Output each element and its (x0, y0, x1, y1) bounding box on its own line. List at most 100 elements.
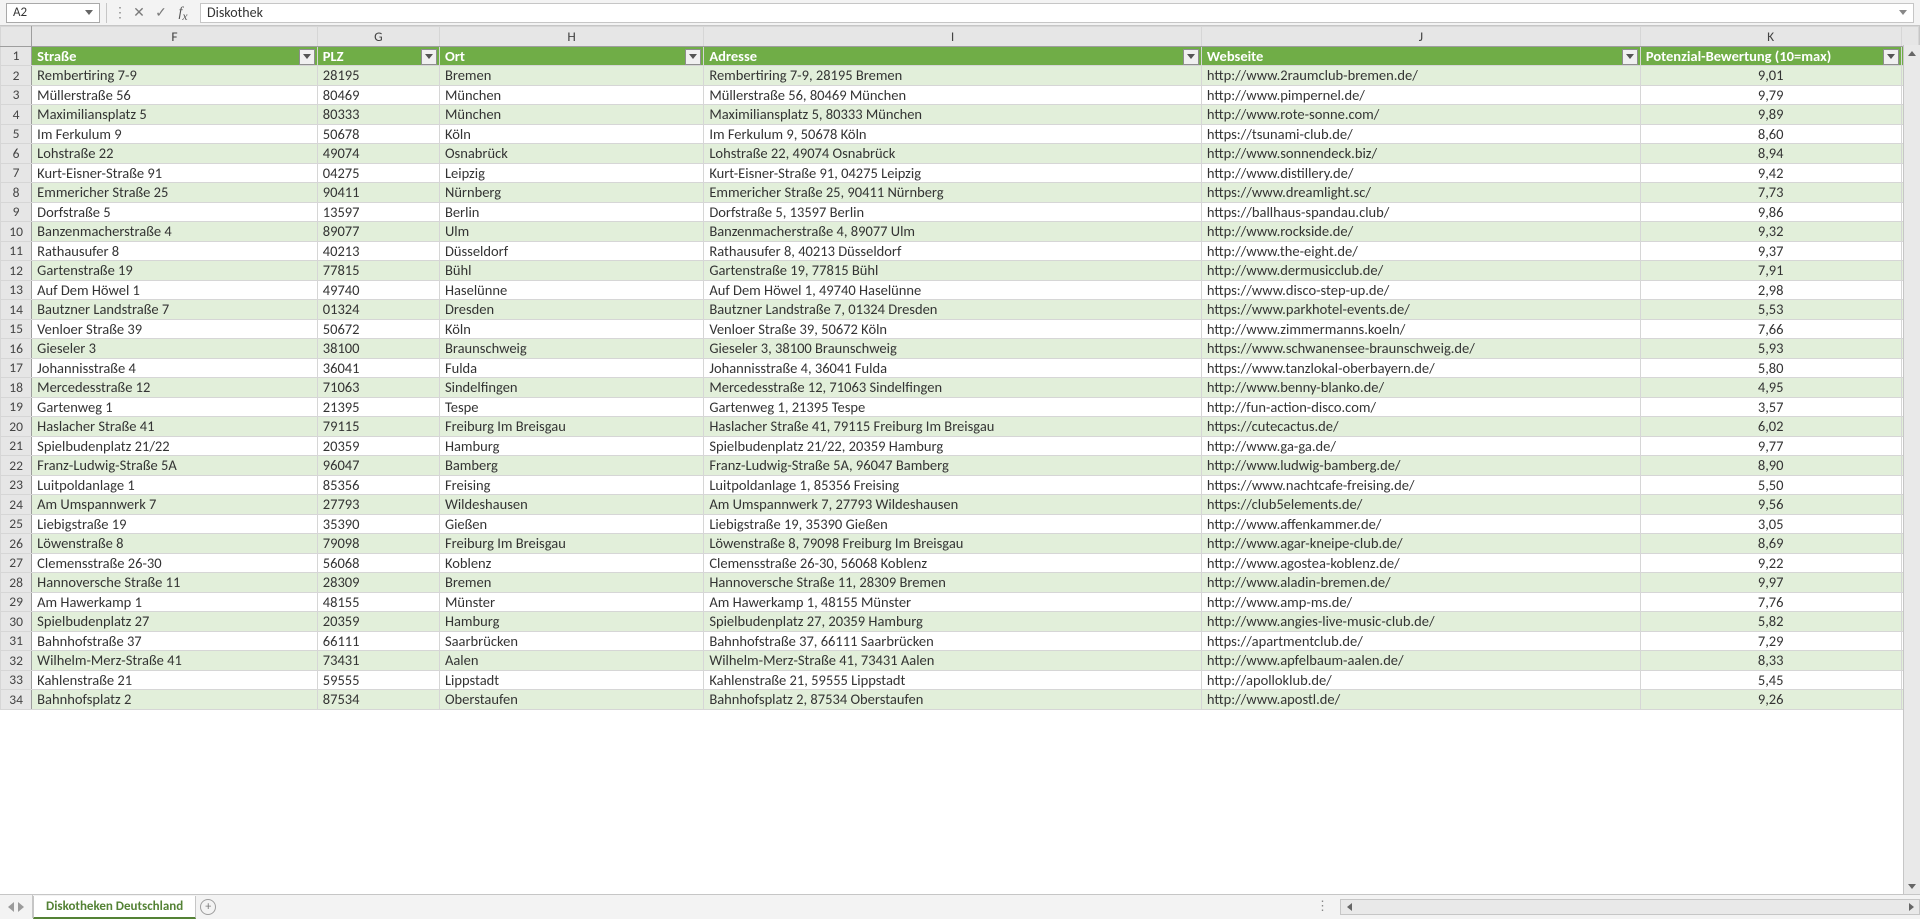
cell-ort[interactable]: Koblenz (439, 553, 703, 573)
row-header-9[interactable]: 9 (1, 202, 32, 222)
row-header-23[interactable]: 23 (1, 475, 32, 495)
cell-potenzial[interactable]: 5,53 (1640, 300, 1901, 320)
cell-webseite[interactable]: http://www.agar-kneipe-club.de/ (1201, 534, 1640, 554)
scroll-right-icon[interactable] (1903, 900, 1919, 914)
cell-adresse[interactable]: Rathausufer 8, 40213 Düsseldorf (704, 241, 1202, 261)
cell-webseite[interactable]: http://www.pimpernel.de/ (1201, 85, 1640, 105)
row-header-6[interactable]: 6 (1, 144, 32, 164)
cell-plz[interactable]: 01324 (317, 300, 439, 320)
table-header-G[interactable]: PLZ (317, 46, 439, 66)
row-header-25[interactable]: 25 (1, 514, 32, 534)
cell-strasse[interactable]: Luitpoldanlage 1 (32, 475, 318, 495)
cell-plz[interactable]: 50678 (317, 124, 439, 144)
vertical-scroll-track[interactable] (1904, 61, 1920, 878)
cell-adresse[interactable]: Spielbudenplatz 27, 20359 Hamburg (704, 612, 1202, 632)
cell-strasse[interactable]: Gieseler 3 (32, 339, 318, 359)
cell-strasse[interactable]: Johannisstraße 4 (32, 358, 318, 378)
cell-plz[interactable]: 36041 (317, 358, 439, 378)
cell-potenzial[interactable]: 7,91 (1640, 261, 1901, 281)
table-header-K[interactable]: Potenzial-Bewertung (10=max) (1640, 46, 1901, 66)
cell-ort[interactable]: Sindelfingen (439, 378, 703, 398)
cell-potenzial[interactable]: 9,77 (1640, 436, 1901, 456)
cell-ort[interactable]: Bamberg (439, 456, 703, 476)
cell-strasse[interactable]: Im Ferkulum 9 (32, 124, 318, 144)
cell-potenzial[interactable]: 9,56 (1640, 495, 1901, 515)
cell-strasse[interactable]: Wilhelm-Merz-Straße 41 (32, 651, 318, 671)
row-header-3[interactable]: 3 (1, 85, 32, 105)
row-header-17[interactable]: 17 (1, 358, 32, 378)
cell-strasse[interactable]: Gartenweg 1 (32, 397, 318, 417)
cell-webseite[interactable]: http://www.aladin-bremen.de/ (1201, 573, 1640, 593)
cell-potenzial[interactable]: 7,29 (1640, 631, 1901, 651)
cell-plz[interactable]: 49740 (317, 280, 439, 300)
cell-adresse[interactable]: Liebigstraße 19, 35390 Gießen (704, 514, 1202, 534)
column-header-H[interactable]: H (439, 27, 703, 47)
cell-adresse[interactable]: Dorfstraße 5, 13597 Berlin (704, 202, 1202, 222)
cell-webseite[interactable]: https://club5elements.de/ (1201, 495, 1640, 515)
filter-dropdown-icon[interactable] (299, 49, 315, 65)
table-header-F[interactable]: Straße (32, 46, 318, 66)
filter-dropdown-icon[interactable] (1883, 49, 1899, 65)
cell-webseite[interactable]: http://www.angies-live-music-club.de/ (1201, 612, 1640, 632)
name-box[interactable]: A2 (6, 3, 100, 23)
cell-adresse[interactable]: Bautzner Landstraße 7, 01324 Dresden (704, 300, 1202, 320)
cell-potenzial[interactable]: 9,86 (1640, 202, 1901, 222)
cell-plz[interactable]: 66111 (317, 631, 439, 651)
cell-adresse[interactable]: Luitpoldanlage 1, 85356 Freising (704, 475, 1202, 495)
cell-adresse[interactable]: Am Hawerkamp 1, 48155 Münster (704, 592, 1202, 612)
table-header-J[interactable]: Webseite (1201, 46, 1640, 66)
cell-webseite[interactable]: http://www.apostl.de/ (1201, 690, 1640, 710)
cell-potenzial[interactable]: 8,60 (1640, 124, 1901, 144)
cell-plz[interactable]: 20359 (317, 436, 439, 456)
cell-potenzial[interactable]: 9,42 (1640, 163, 1901, 183)
row-header-26[interactable]: 26 (1, 534, 32, 554)
cell-strasse[interactable]: Franz-Ludwig-Straße 5A (32, 456, 318, 476)
cell-plz[interactable]: 38100 (317, 339, 439, 359)
row-header-20[interactable]: 20 (1, 417, 32, 437)
cell-plz[interactable]: 59555 (317, 670, 439, 690)
cell-plz[interactable]: 28309 (317, 573, 439, 593)
formula-input[interactable]: Diskothek (200, 3, 1914, 23)
column-header-J[interactable]: J (1201, 27, 1640, 47)
cell-strasse[interactable]: Dorfstraße 5 (32, 202, 318, 222)
cell-potenzial[interactable]: 9,97 (1640, 573, 1901, 593)
cell-plz[interactable]: 73431 (317, 651, 439, 671)
cell-potenzial[interactable]: 4,95 (1640, 378, 1901, 398)
cell-strasse[interactable]: Venloer Straße 39 (32, 319, 318, 339)
table-header-H[interactable]: Ort (439, 46, 703, 66)
cell-ort[interactable]: Oberstaufen (439, 690, 703, 710)
cell-ort[interactable]: Hamburg (439, 436, 703, 456)
cell-strasse[interactable]: Kurt-Eisner-Straße 91 (32, 163, 318, 183)
row-header-24[interactable]: 24 (1, 495, 32, 515)
cell-plz[interactable]: 56068 (317, 553, 439, 573)
cell-ort[interactable]: Leipzig (439, 163, 703, 183)
row-header-19[interactable]: 19 (1, 397, 32, 417)
row-header-16[interactable]: 16 (1, 339, 32, 359)
cell-strasse[interactable]: Clemensstraße 26-30 (32, 553, 318, 573)
cell-adresse[interactable]: Maximiliansplatz 5, 80333 München (704, 105, 1202, 125)
cell-adresse[interactable]: Bahnhofsplatz 2, 87534 Oberstaufen (704, 690, 1202, 710)
cell-ort[interactable]: Nürnberg (439, 183, 703, 203)
cell-ort[interactable]: Ulm (439, 222, 703, 242)
cell-plz[interactable]: 27793 (317, 495, 439, 515)
cell-webseite[interactable]: http://www.2raumclub-bremen.de/ (1201, 66, 1640, 86)
cell-webseite[interactable]: https://www.nachtcafe-freising.de/ (1201, 475, 1640, 495)
cell-webseite[interactable]: https://www.dreamlight.sc/ (1201, 183, 1640, 203)
row-header-33[interactable]: 33 (1, 670, 32, 690)
cell-plz[interactable]: 04275 (317, 163, 439, 183)
cell-ort[interactable]: Düsseldorf (439, 241, 703, 261)
vertical-scrollbar[interactable] (1903, 45, 1920, 894)
cell-strasse[interactable]: Lohstraße 22 (32, 144, 318, 164)
cell-webseite[interactable]: http://www.ludwig-bamberg.de/ (1201, 456, 1640, 476)
row-header-5[interactable]: 5 (1, 124, 32, 144)
cell-webseite[interactable]: http://www.zimmermanns.koeln/ (1201, 319, 1640, 339)
cell-webseite[interactable]: https://ballhaus-spandau.club/ (1201, 202, 1640, 222)
confirm-formula-button[interactable]: ✓ (150, 4, 172, 21)
tab-split-handle-icon[interactable]: ⋮ (1310, 899, 1336, 914)
cell-potenzial[interactable]: 5,50 (1640, 475, 1901, 495)
row-header-31[interactable]: 31 (1, 631, 32, 651)
cell-ort[interactable]: Köln (439, 124, 703, 144)
column-header-F[interactable]: F (32, 27, 318, 47)
cell-webseite[interactable]: https://apartmentclub.de/ (1201, 631, 1640, 651)
cell-ort[interactable]: Freising (439, 475, 703, 495)
